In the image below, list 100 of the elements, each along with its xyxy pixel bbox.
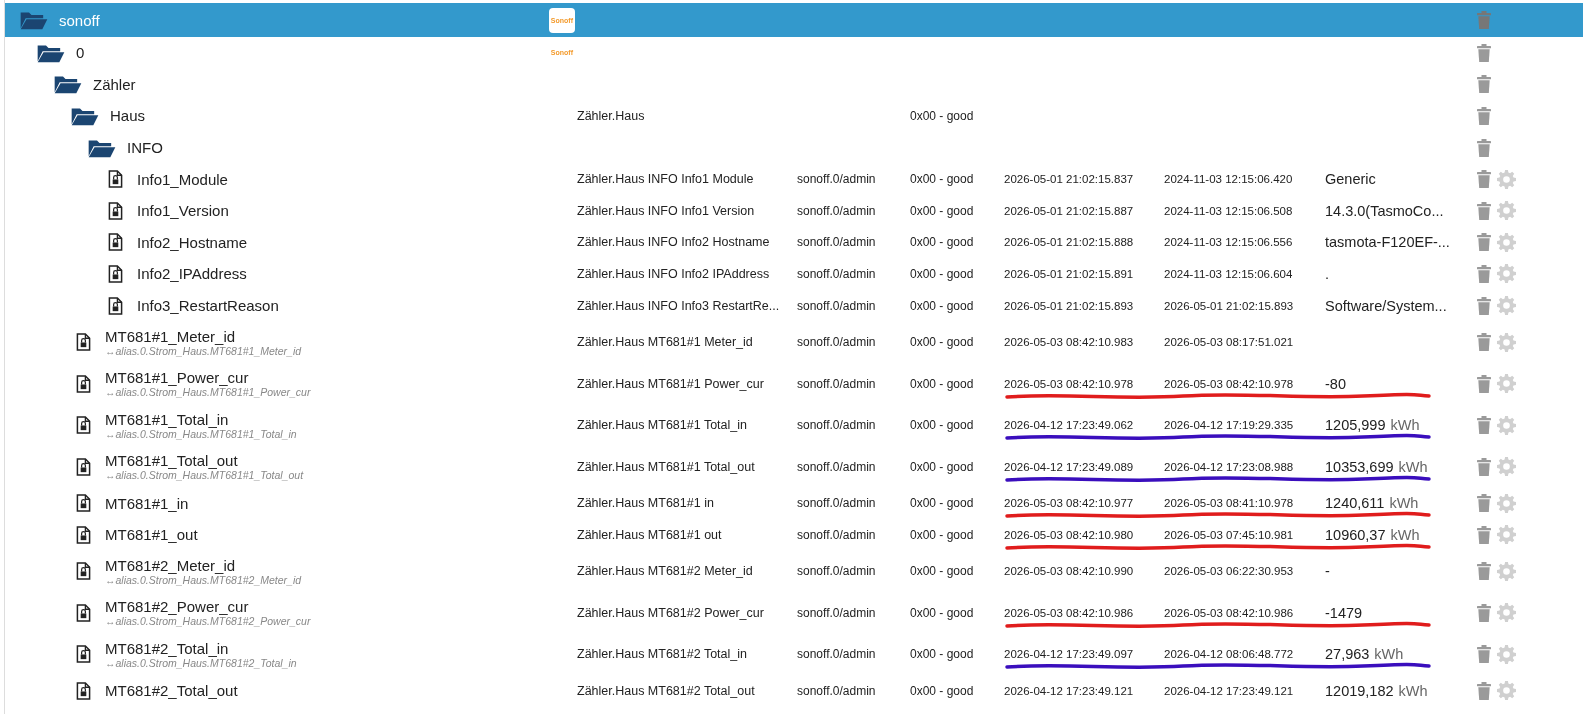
- alias-link[interactable]: ↔alias.0.Strom_Haus.MT681#2_Total_in: [105, 656, 297, 669]
- settings-icon[interactable]: [1497, 603, 1516, 623]
- delete-icon[interactable]: [1477, 525, 1491, 544]
- locked-file-icon: [76, 373, 91, 394]
- tree-row[interactable]: MT681#1_out Zähler.Haus MT681#1 out sonoff.0/admin 0x00 - good 2026-05-03 08:42:10.980 2026-05-03 07:45:10.981 10960,37 kWh: [5, 518, 1583, 551]
- locked-file-icon: [108, 232, 123, 253]
- delete-icon[interactable]: [1477, 562, 1491, 581]
- object-name: Info1_Module: [137, 170, 228, 188]
- role-cell-text: sonoff.0/admin: [797, 172, 877, 187]
- value-cell-text: 27,963 kWh: [1325, 646, 1405, 663]
- settings-icon[interactable]: [1497, 232, 1516, 252]
- tree-row[interactable]: MT681#1_Total_out ↔alias.0.Strom_Haus.MT681#1_Total_out Zähler.Haus MT681#1 Total_out sonoff.0/admin 0x00 - good 2026-04-12 17:23:49.089 2026-04-12 17:23:08.988 10353,699 kWh: [5, 445, 1583, 488]
- timestamp-cell-text: 2026-05-01 21:02:15.888: [1004, 236, 1135, 249]
- object-title: Zähler.Haus MT681#2 Total_in: [577, 647, 748, 662]
- alias-link[interactable]: ↔alias.0.Strom_Haus.MT681#2_Meter_id: [105, 573, 302, 586]
- tree-row[interactable]: MT681#2_Total_out Zähler.Haus MT681#2 Total_out sonoff.0/admin 0x00 - good 2026-04-12 17:23:49.121 2026-04-12 17:23:49.121 12019,182 kWh: [5, 675, 1583, 707]
- object-name: Info2_IPAddress: [137, 265, 247, 283]
- object-title: Zähler.Haus MT681#1 Meter_id: [577, 335, 754, 350]
- tree-row[interactable]: INFO: [5, 131, 1583, 164]
- settings-icon[interactable]: [1497, 296, 1516, 316]
- timestamp-cell-text: 2024-11-03 12:15:06.420: [1164, 173, 1294, 186]
- quality-cell-text: 0x00 - good: [910, 527, 975, 542]
- locked-file-icon: [108, 263, 123, 284]
- delete-icon[interactable]: [1477, 233, 1491, 252]
- delete-icon[interactable]: [1477, 681, 1491, 700]
- value-cell-text: 14.3.0(TasmoCo...: [1325, 202, 1445, 219]
- settings-icon[interactable]: [1497, 525, 1516, 545]
- delete-icon[interactable]: [1477, 457, 1491, 476]
- role-cell-text: sonoff.0/admin: [797, 527, 877, 542]
- delete-icon[interactable]: [1477, 11, 1491, 29]
- delete-icon[interactable]: [1477, 201, 1491, 220]
- tree-row[interactable]: Zähler: [5, 68, 1583, 101]
- timestamp-cell-text: 2026-05-03 08:41:10.978: [1164, 497, 1295, 510]
- delete-icon[interactable]: [1477, 416, 1491, 435]
- tree-row[interactable]: Info3_RestartReason Zähler.Haus INFO Info3 RestartRe... sonoff.0/admin 0x00 - good 2026-05-01 21:02:15.893 2026-05-01 21:02:15.893 Software/System...: [5, 289, 1583, 322]
- timestamp-cell-text: 2026-05-03 08:42:10.990: [1004, 565, 1135, 578]
- delete-icon[interactable]: [1477, 75, 1491, 94]
- tree-row[interactable]: Info1_Version Zähler.Haus INFO Info1 Version sonoff.0/admin 0x00 - good 2026-05-01 21:02:15.887 2024-11-03 12:15:06.508 14.3.0(TasmoCo...: [5, 194, 1583, 227]
- delete-icon[interactable]: [1477, 603, 1491, 622]
- delete-icon[interactable]: [1477, 43, 1491, 62]
- tree-row[interactable]: MT681#2_Meter_id ↔alias.0.Strom_Haus.MT681#2_Meter_id Zähler.Haus MT681#2 Meter_id sonoff.0/admin 0x00 - good 2026-05-03 08:42:10.990 2026-05-03 06:22:30.953 -: [5, 550, 1583, 593]
- object-title: Zähler.Haus MT681#1 out: [577, 527, 723, 542]
- tree-row[interactable]: MT681#1_Total_in ↔alias.0.Strom_Haus.MT681#1_Total_in Zähler.Haus MT681#1 Total_in sonoff.0/admin 0x00 - good 2026-04-12 17:23:49.062 2026-04-12 17:19:29.335 1205,999 kWh: [5, 404, 1583, 446]
- timestamp-cell-text: 2026-05-03 08:42:10.978: [1164, 377, 1295, 390]
- tree-row[interactable]: MT681#1_Meter_id ↔alias.0.Strom_Haus.MT681#1_Meter_id Zähler.Haus MT681#1 Meter_id sonoff.0/admin 0x00 - good 2026-05-03 08:42:10.983 2026-05-03 08:17:51.021: [5, 321, 1583, 363]
- alias-link[interactable]: ↔alias.0.Strom_Haus.MT681#1_Power_cur: [105, 386, 311, 399]
- open-folder-icon[interactable]: [70, 106, 100, 126]
- value-cell-text: -: [1325, 563, 1331, 580]
- alias-link[interactable]: ↔alias.0.Strom_Haus.MT681#1_Meter_id: [105, 344, 302, 357]
- quality-cell-text: 0x00 - good: [910, 172, 975, 187]
- value-cell-text: Software/System...: [1325, 297, 1448, 314]
- object-name: MT681#1_Total_out: [105, 452, 239, 470]
- role-cell-text: sonoff.0/admin: [797, 298, 877, 313]
- settings-icon[interactable]: [1497, 415, 1516, 435]
- settings-icon[interactable]: [1497, 681, 1516, 701]
- tree-row[interactable]: Info2_Hostname Zähler.Haus INFO Info2 Hostname sonoff.0/admin 0x00 - good 2026-05-01 21:02:15.888 2024-11-03 12:15:06.556 tasmota-F120EF-...: [5, 226, 1583, 259]
- settings-icon[interactable]: [1497, 644, 1516, 664]
- settings-icon[interactable]: [1497, 374, 1516, 394]
- tree-row[interactable]: MT681#1_in Zähler.Haus MT681#1 in sonoff.0/admin 0x00 - good 2026-05-03 08:42:10.977 2026-05-03 08:41:10.978 1240,611 kWh: [5, 487, 1583, 519]
- delete-icon[interactable]: [1477, 264, 1491, 283]
- delete-icon[interactable]: [1477, 138, 1491, 157]
- delete-icon[interactable]: [1477, 333, 1491, 352]
- delete-icon[interactable]: [1477, 107, 1491, 125]
- value-cell-text: 1240,611 kWh: [1325, 495, 1420, 512]
- locked-file-icon: [76, 602, 91, 623]
- timestamp-cell-text: 2026-04-12 17:23:49.121: [1004, 684, 1135, 697]
- timestamp-cell-text: 2026-04-12 17:23:49.089: [1004, 460, 1135, 473]
- delete-icon[interactable]: [1477, 494, 1491, 513]
- object-name: MT681#1_out: [105, 526, 198, 544]
- delete-icon[interactable]: [1477, 296, 1491, 315]
- timestamp-cell-text: 2026-05-01 21:02:15.837: [1004, 173, 1135, 186]
- settings-icon[interactable]: [1497, 493, 1516, 513]
- settings-icon[interactable]: [1497, 457, 1516, 477]
- tree-row[interactable]: MT681#1_Power_cur ↔alias.0.Strom_Haus.MT681#1_Power_cur Zähler.Haus MT681#1 Power_cur sonoff.0/admin 0x00 - good 2026-05-03 08:42:10.978 2026-05-03 08:42:10.978 -80: [5, 362, 1583, 405]
- timestamp-cell-text: 2026-05-03 08:42:10.986: [1164, 606, 1295, 619]
- settings-icon[interactable]: [1497, 264, 1516, 284]
- settings-icon[interactable]: [1497, 332, 1516, 352]
- object-name: MT681#2_Meter_id: [105, 556, 237, 574]
- object-name: MT681#2_Total_in: [105, 639, 230, 657]
- delete-icon[interactable]: [1477, 170, 1491, 189]
- alias-link[interactable]: ↔alias.0.Strom_Haus.MT681#1_Total_out: [105, 469, 304, 482]
- delete-icon[interactable]: [1477, 645, 1491, 664]
- settings-icon[interactable]: [1497, 561, 1516, 581]
- tree-row[interactable]: MT681#2_Power_cur ↔alias.0.Strom_Haus.MT681#2_Power_cur Zähler.Haus MT681#2 Power_cur sonoff.0/admin 0x00 - good 2026-05-03 08:42:10.986 2026-05-03 08:42:10.986 -1479: [5, 592, 1583, 634]
- object-name: 0: [76, 44, 85, 62]
- locked-file-icon: [76, 680, 91, 701]
- quality-cell-text: 0x00 - good: [910, 647, 975, 662]
- settings-icon[interactable]: [1497, 169, 1516, 189]
- tree-row[interactable]: Info1_Module Zähler.Haus INFO Info1 Module sonoff.0/admin 0x00 - good 2026-05-01 21:02:15.837 2024-11-03 12:15:06.420 Generic: [5, 163, 1583, 195]
- delete-icon[interactable]: [1477, 374, 1491, 393]
- alias-link[interactable]: ↔alias.0.Strom_Haus.MT681#1_Total_in: [105, 427, 297, 440]
- tree-row[interactable]: Info2_IPAddress Zähler.Haus INFO Info2 IPAddress sonoff.0/admin 0x00 - good 2026-05-01 21:02:15.891 2024-11-03 12:15:06.604 .: [5, 258, 1583, 290]
- object-name: MT681#2_Power_cur: [105, 598, 250, 616]
- settings-icon[interactable]: [1497, 201, 1516, 221]
- tree-row[interactable]: MT681#2_Total_in ↔alias.0.Strom_Haus.MT681#2_Total_in Zähler.Haus MT681#2 Total_in sonoff.0/admin 0x00 - good 2026-04-12 17:23:49.097 2026-04-12 08:06:48.772 27,963 kWh: [5, 633, 1583, 676]
- open-folder-icon[interactable]: [53, 74, 83, 95]
- alias-link[interactable]: ↔alias.0.Strom_Haus.MT681#2_Power_cur: [105, 615, 311, 628]
- quality-cell-text: 0x00 - good: [910, 418, 975, 433]
- tree-row[interactable]: Haus Zähler.Haus 0x00 - good: [5, 100, 1583, 132]
- quality-cell-text: 0x00 - good: [910, 605, 975, 620]
